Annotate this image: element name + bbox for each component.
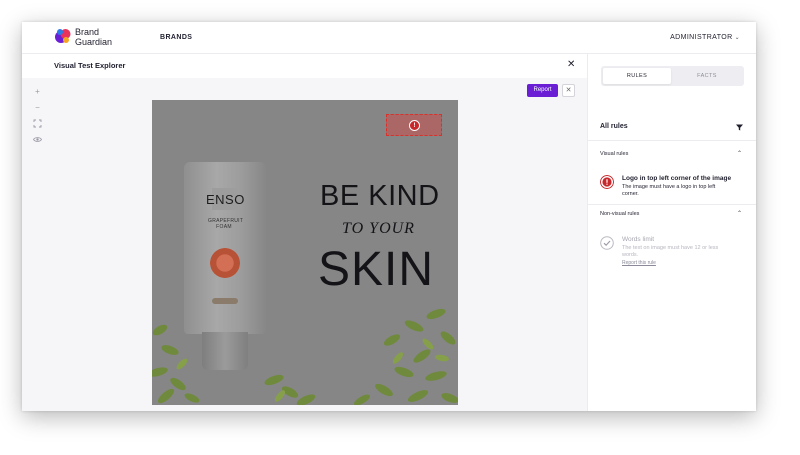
fit-screen-icon[interactable]: [32, 118, 43, 129]
nav-brands-link[interactable]: BRANDS: [160, 34, 192, 41]
headline-be-kind: BE KIND: [320, 180, 440, 212]
chevron-up-icon[interactable]: ⌃: [737, 150, 742, 157]
alert-icon: [600, 175, 614, 189]
tab-rules[interactable]: RULES: [603, 68, 671, 84]
top-nav: Brand Guardian BRANDS ADMINISTRATOR ⌄: [22, 22, 756, 54]
dismiss-button[interactable]: ✕: [562, 84, 575, 97]
divider: [588, 140, 756, 141]
rules-panel: RULES FACTS All rules Visual rules ⌃ Log…: [587, 54, 756, 411]
panel-tabs: RULES FACTS: [601, 66, 744, 86]
foliage-decoration: [152, 308, 458, 405]
brand-name-line2: Guardian: [75, 37, 113, 47]
alert-icon: !: [409, 120, 420, 131]
rule-description: The image must have a logo in top left c…: [622, 184, 716, 197]
visual-rules-heading[interactable]: Visual rules: [600, 151, 628, 157]
filter-icon[interactable]: [736, 124, 743, 131]
zoom-in-icon[interactable]: +: [32, 86, 43, 97]
zoom-out-icon[interactable]: −: [32, 102, 43, 113]
rule-title: Words limit: [622, 236, 655, 243]
product-brand: ENSO: [206, 192, 245, 207]
brand-logo-icon[interactable]: [54, 27, 72, 45]
image-canvas[interactable]: + − Report ✕ ENSO GRAPEFRUIT FOAM BE KIN…: [22, 78, 587, 411]
grapefruit-icon: [210, 248, 240, 278]
eye-icon[interactable]: [32, 134, 43, 145]
app-window: Brand Guardian BRANDS ADMINISTRATOR ⌄ Vis…: [22, 22, 756, 411]
close-explorer-button[interactable]: ✕: [567, 59, 575, 70]
check-icon: [600, 236, 614, 250]
brand-name[interactable]: Brand Guardian: [75, 27, 112, 47]
tab-facts[interactable]: FACTS: [673, 68, 741, 84]
zoom-toolbar: + −: [32, 86, 44, 150]
user-menu[interactable]: ADMINISTRATOR ⌄: [670, 34, 740, 41]
rule-title: Logo in top left corner of the image: [622, 175, 732, 182]
report-button[interactable]: Report: [527, 84, 558, 97]
report-rule-link[interactable]: Report this rule: [622, 260, 656, 266]
headline-skin: SKIN: [318, 243, 435, 296]
all-rules-heading: All rules: [600, 123, 628, 130]
headline-to-your: TO YOUR: [342, 220, 415, 237]
product-subtitle: GRAPEFRUIT FOAM: [208, 218, 244, 230]
divider: [588, 204, 756, 205]
tested-image: ENSO GRAPEFRUIT FOAM BE KIND TO YOUR SKI…: [152, 100, 458, 405]
rule-description: The text on image must have 12 or less w…: [622, 245, 719, 258]
brand-name-line1: Brand: [75, 27, 100, 37]
nonvisual-rules-heading[interactable]: Non-visual rules: [600, 211, 639, 217]
rule-violation-hotspot[interactable]: !: [386, 114, 442, 136]
page-title: Visual Test Explorer: [54, 61, 126, 70]
user-menu-label: ADMINISTRATOR: [670, 34, 733, 41]
chevron-up-icon[interactable]: ⌃: [737, 210, 742, 217]
chevron-down-icon: ⌄: [734, 35, 740, 41]
